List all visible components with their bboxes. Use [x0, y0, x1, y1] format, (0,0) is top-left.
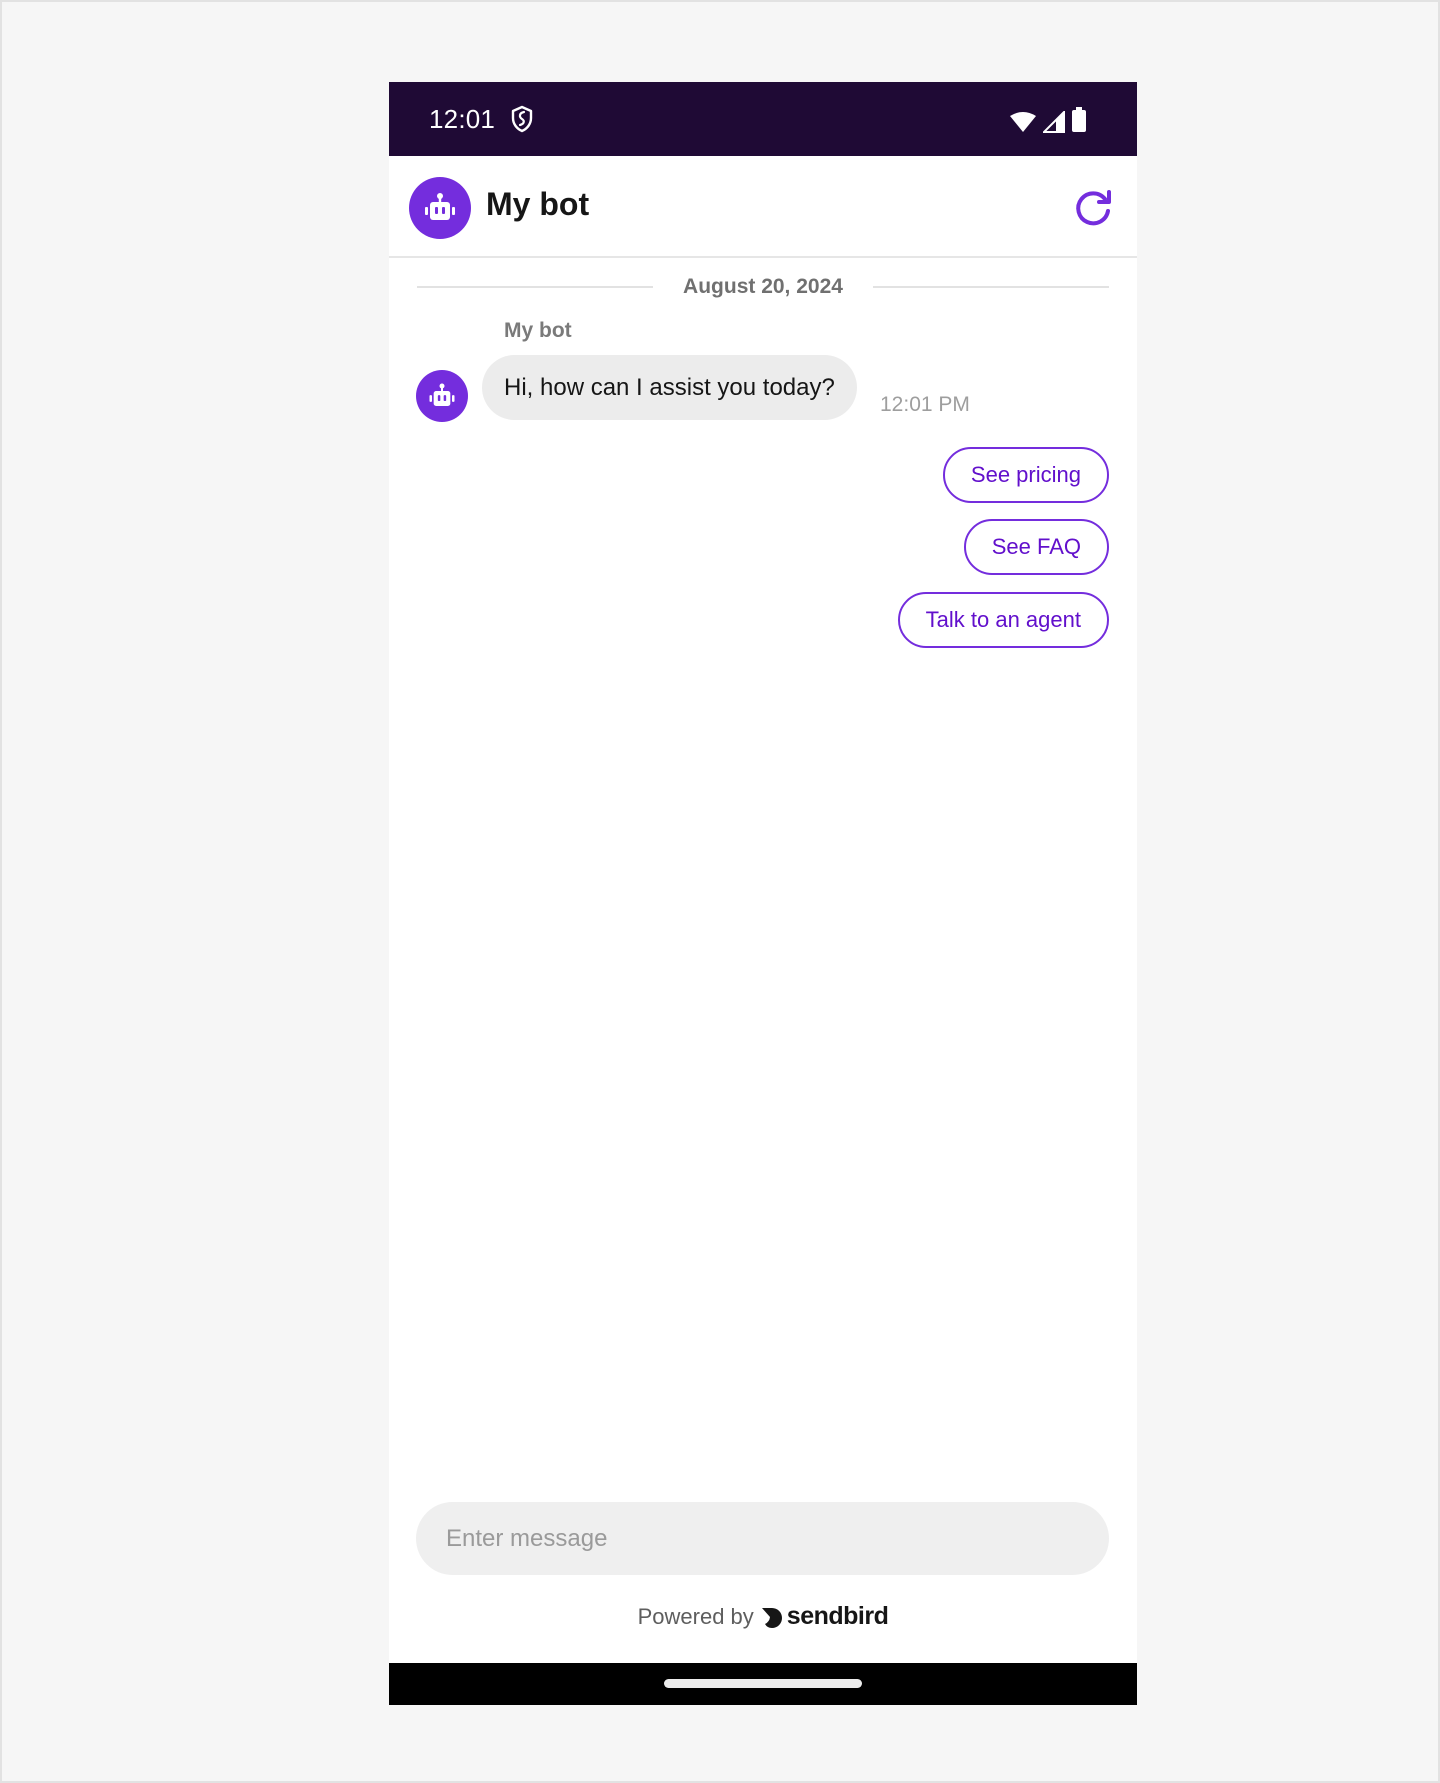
message-sender: My bot	[504, 319, 572, 342]
shield-icon	[511, 105, 533, 133]
message-text: Hi, how can I assist you today?	[504, 373, 835, 401]
status-time: 12:01	[429, 104, 496, 134]
powered-by-label: Powered by	[637, 1603, 754, 1629]
quick-reply-see-faq[interactable]: See FAQ	[963, 519, 1109, 575]
status-bar: 12:01	[389, 82, 1137, 156]
message-avatar	[416, 370, 468, 422]
cellular-signal-icon	[1043, 111, 1065, 133]
date-label: August 20, 2024	[683, 275, 843, 298]
phone-screen: 12:01 My bot August 20, 2024 My bot Hi, …	[389, 82, 1137, 1705]
quick-reply-label: See FAQ	[991, 534, 1081, 559]
chat-header: My bot	[389, 156, 1137, 258]
message-input[interactable]	[416, 1502, 1109, 1575]
wifi-icon	[1010, 112, 1036, 132]
quick-reply-talk-to-agent[interactable]: Talk to an agent	[897, 592, 1109, 648]
message-timestamp: 12:01 PM	[880, 393, 970, 416]
divider	[417, 286, 654, 288]
home-handle[interactable]	[664, 1679, 862, 1688]
battery-icon	[1072, 107, 1086, 132]
robot-icon	[429, 383, 455, 406]
powered-by: Powered by sendbird	[389, 1602, 1137, 1631]
chat-title: My bot	[486, 186, 590, 222]
sendbird-brand: sendbird	[760, 1602, 889, 1631]
divider	[872, 286, 1109, 288]
quick-reply-label: See pricing	[970, 462, 1081, 487]
robot-icon	[425, 193, 455, 220]
quick-reply-see-pricing[interactable]: See pricing	[942, 447, 1109, 503]
navigation-bar	[389, 1663, 1137, 1705]
refresh-icon[interactable]	[1071, 186, 1115, 230]
sendbird-logo-icon	[761, 1607, 782, 1628]
status-icons	[1009, 107, 1087, 133]
message-bubble: Hi, how can I assist you today?	[482, 355, 857, 420]
brand-name: sendbird	[786, 1602, 889, 1630]
bot-avatar	[409, 177, 471, 239]
date-separator: August 20, 2024	[417, 272, 1109, 302]
quick-reply-label: Talk to an agent	[925, 607, 1081, 632]
